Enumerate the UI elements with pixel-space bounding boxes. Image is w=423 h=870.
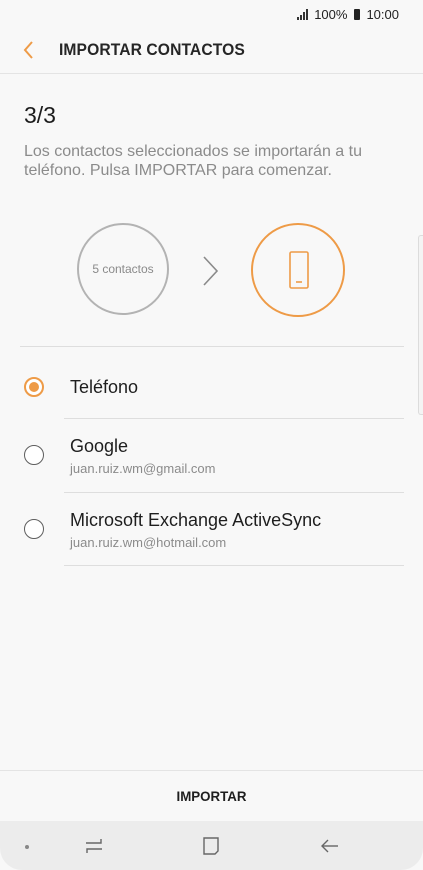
home-icon[interactable]	[202, 836, 220, 856]
edge-panel-handle[interactable]	[418, 235, 423, 415]
option-account: juan.ruiz.wm@gmail.com	[70, 461, 216, 476]
option-exchange[interactable]: Microsoft Exchange ActiveSync juan.ruiz.…	[0, 493, 404, 567]
option-account: juan.ruiz.wm@hotmail.com	[70, 535, 227, 550]
target-circle	[251, 223, 345, 317]
radio-telefono[interactable]	[24, 377, 44, 397]
battery-percent: 100%	[314, 6, 348, 22]
option-label: Teléfono	[70, 377, 139, 397]
radio-google[interactable]	[24, 445, 44, 465]
page-title: IMPORTAR CONTACTOS	[59, 40, 245, 59]
chevron-left-icon	[23, 41, 33, 59]
chevron-right-icon	[203, 256, 219, 286]
phone-icon	[289, 251, 309, 289]
nav-dot-icon	[25, 845, 29, 849]
import-button[interactable]: IMPORTAR	[11, 771, 413, 821]
navigation-bar	[0, 821, 423, 870]
option-label: Microsoft Exchange ActiveSync	[70, 510, 322, 530]
step-indicator: 3/3	[24, 102, 56, 128]
back-button[interactable]	[20, 39, 40, 61]
description-text: Los contactos seleccionados se importará…	[24, 143, 362, 179]
back-arrow-icon[interactable]	[320, 837, 340, 855]
source-count-label: 5 contactos	[92, 262, 154, 276]
recent-apps-icon[interactable]	[84, 837, 104, 855]
clock: 10:00	[366, 6, 399, 22]
option-telefono[interactable]: Teléfono	[0, 347, 404, 419]
app-header: IMPORTAR CONTACTOS	[0, 28, 423, 74]
status-bar: 100% 10:00	[0, 0, 423, 28]
signal-icon	[297, 8, 309, 20]
battery-icon	[354, 8, 361, 20]
radio-exchange[interactable]	[24, 519, 44, 539]
divider	[64, 565, 404, 566]
option-google[interactable]: Google juan.ruiz.wm@gmail.com	[0, 419, 404, 493]
option-label: Google	[70, 436, 129, 456]
source-circle: 5 contactos	[77, 223, 169, 315]
